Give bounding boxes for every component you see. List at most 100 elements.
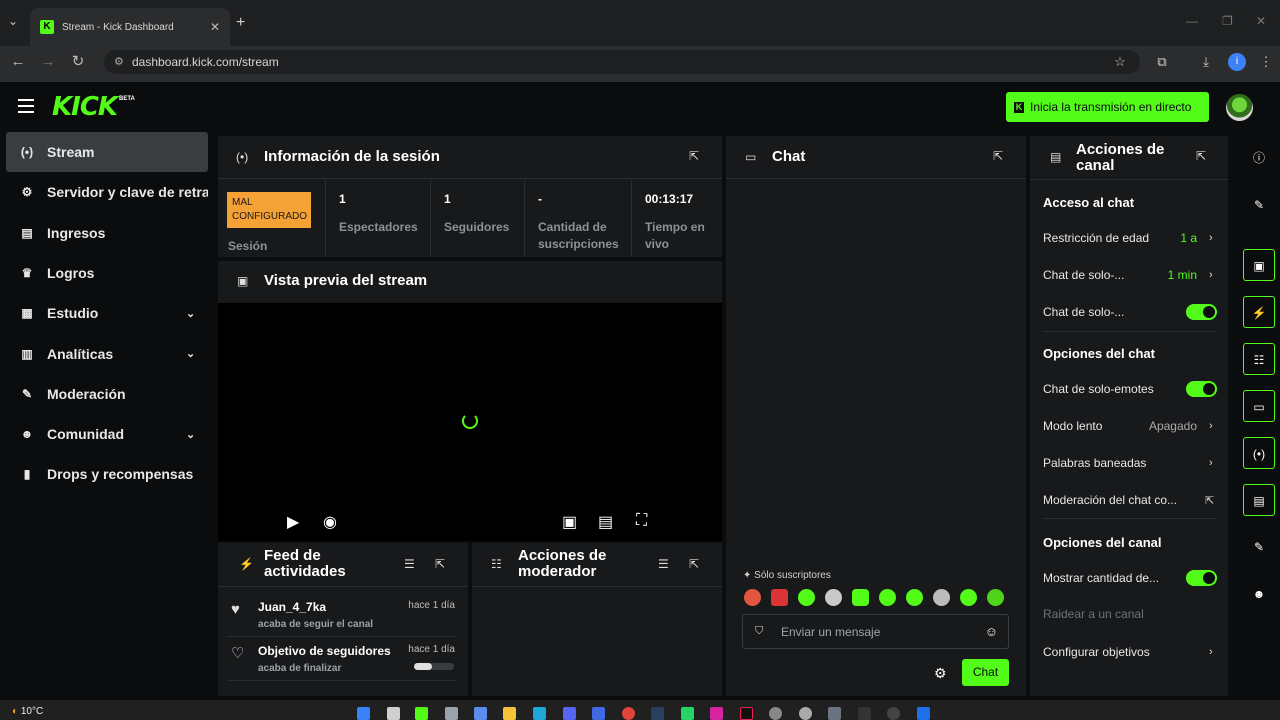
sidebar-item[interactable]: ✎ Moderación xyxy=(6,374,208,414)
new-tab-button[interactable]: + xyxy=(236,14,245,32)
sidebar-item[interactable]: ☻ Comunidad ⌄ xyxy=(6,414,208,454)
chat-moderation-row[interactable]: Moderación del chat co... ⇱ xyxy=(1043,490,1217,510)
popout-icon[interactable]: ⇱ xyxy=(689,149,699,163)
broadcast-toggle-icon[interactable]: (•) xyxy=(1243,437,1275,469)
sidebar-item[interactable]: ⚙ Servidor y clave de retransmisión xyxy=(6,172,208,212)
taskbar-app-icon[interactable] xyxy=(799,707,812,720)
sidebar-item[interactable]: (•) Stream xyxy=(6,132,208,172)
preview-toggle-icon[interactable]: ▣ xyxy=(1243,249,1275,281)
stream-preview-panel xyxy=(218,261,722,541)
taskbar-app-icon[interactable] xyxy=(563,707,576,720)
browser-tab[interactable]: K Stream - Kick Dashboard ✕ xyxy=(30,8,230,46)
bookmark-star-icon[interactable]: ☆ xyxy=(1110,52,1130,72)
chat-panel xyxy=(726,136,1026,696)
popout-icon[interactable]: ⇱ xyxy=(1196,149,1206,163)
site-info-icon[interactable]: ⚙ xyxy=(114,55,124,68)
popout-icon[interactable]: ⇱ xyxy=(435,557,445,571)
banned-words-row[interactable]: Palabras baneadas › xyxy=(1043,453,1217,473)
kick-logo[interactable]: KICK xyxy=(52,92,118,122)
chat-message-input[interactable]: ⛉ Enviar un mensaje ☺ xyxy=(742,614,1009,649)
extensions-icon[interactable]: ⧉ xyxy=(1152,52,1172,72)
bolt-toggle-icon[interactable]: ⚡ xyxy=(1243,296,1275,328)
reload-icon[interactable]: ↻ xyxy=(68,52,88,72)
popout-icon[interactable]: ⇱ xyxy=(993,149,1003,163)
start-icon[interactable] xyxy=(357,707,370,720)
mini-player-icon[interactable]: ▣ xyxy=(562,512,577,532)
hamburger-menu-icon[interactable] xyxy=(18,99,34,113)
url-field[interactable]: ⚙ dashboard.kick.com/stream xyxy=(104,50,1140,74)
list-toggle-icon[interactable]: ☷ xyxy=(1243,343,1275,375)
chat-settings-gear-icon[interactable]: ⚙ xyxy=(934,665,947,682)
sidebar-item[interactable]: ▤ Ingresos xyxy=(6,213,208,253)
window-close-icon[interactable]: ✕ xyxy=(1256,14,1266,28)
slow-mode-row[interactable]: Modo lento Apagado › xyxy=(1043,416,1217,436)
emote[interactable] xyxy=(987,589,1004,606)
taskbar-app-icon[interactable] xyxy=(710,707,723,720)
download-icon[interactable]: ⤓ xyxy=(1196,52,1216,72)
taskbar-app-icon[interactable] xyxy=(503,707,516,720)
emote[interactable] xyxy=(825,589,842,606)
emote[interactable] xyxy=(960,589,977,606)
taskbar-app-icon[interactable] xyxy=(828,707,841,720)
filter-icon[interactable]: ☰ xyxy=(658,557,669,571)
actions-toggle-icon[interactable]: ▤ xyxy=(1243,484,1275,516)
emotes-only-toggle[interactable] xyxy=(1186,381,1217,397)
sidebar-item[interactable]: ▦ Estudio ⌄ xyxy=(6,293,208,333)
volume-icon[interactable]: ◉ xyxy=(323,512,337,532)
divider xyxy=(472,586,722,587)
user-avatar[interactable] xyxy=(1226,94,1253,121)
taskbar-app-icon[interactable] xyxy=(769,707,782,720)
tab-close-icon[interactable]: ✕ xyxy=(210,20,220,34)
emote[interactable] xyxy=(798,589,815,606)
taskbar-app-icon[interactable] xyxy=(887,707,900,720)
age-restriction-row[interactable]: Restricción de edad 1 a › xyxy=(1043,228,1217,248)
minimize-icon[interactable]: — xyxy=(1186,14,1198,28)
taskbar-app-icon[interactable] xyxy=(592,707,605,720)
taskbar-app-icon[interactable] xyxy=(917,707,930,720)
sidebar-item[interactable]: ♛ Logros xyxy=(6,253,208,293)
chat-toggle-icon[interactable]: ▭ xyxy=(1243,390,1275,422)
subs-only-toggle[interactable] xyxy=(1186,304,1217,320)
taskbar-app-icon[interactable] xyxy=(858,707,871,720)
back-arrow-icon[interactable]: ← xyxy=(8,52,28,72)
emote[interactable] xyxy=(933,589,950,606)
taskbar-app-icon[interactable] xyxy=(387,707,400,720)
play-icon[interactable]: ▶ xyxy=(287,512,299,532)
emoji-icon[interactable]: ☺ xyxy=(985,624,998,639)
emote[interactable] xyxy=(906,589,923,606)
taskbar-app-icon[interactable] xyxy=(740,707,753,720)
followers-only-row[interactable]: Chat de solo-... 1 min › xyxy=(1043,265,1217,285)
taskbar-app-icon[interactable] xyxy=(651,707,664,720)
filter-icon[interactable]: ☰ xyxy=(404,557,415,571)
emote[interactable] xyxy=(879,589,896,606)
goals-row[interactable]: Configurar objetivos › xyxy=(1043,642,1217,662)
emote[interactable] xyxy=(852,589,869,606)
browser-menu-icon[interactable]: ⋮ xyxy=(1256,52,1276,72)
go-live-button[interactable]: K Inicia la transmisión en directo xyxy=(1006,92,1209,122)
info-icon[interactable]: ⓘ xyxy=(1243,142,1275,174)
profile-avatar[interactable]: i xyxy=(1228,53,1246,71)
emote[interactable] xyxy=(771,589,788,606)
taskbar-app-icon[interactable] xyxy=(622,707,635,720)
edit-pencil-icon[interactable]: ✎ xyxy=(1243,189,1275,221)
popout-icon[interactable]: ⇱ xyxy=(689,557,699,571)
sidebar-item[interactable]: ▥ Analíticas ⌄ xyxy=(6,334,208,374)
theater-mode-icon[interactable]: ▤ xyxy=(598,512,613,532)
maximize-icon[interactable]: ❐ xyxy=(1222,14,1233,28)
sidebar-item[interactable]: ▮ Drops y recompensas xyxy=(6,454,208,494)
raid-row[interactable]: Raidear a un canal xyxy=(1043,604,1217,624)
fullscreen-icon[interactable]: ⛶ xyxy=(636,512,647,530)
taskbar-app-icon[interactable] xyxy=(445,707,458,720)
tab-list-chevron-icon[interactable]: ⌄ xyxy=(8,14,18,28)
taskbar-app-icon[interactable] xyxy=(681,707,694,720)
show-count-toggle[interactable] xyxy=(1186,570,1217,586)
chat-send-button[interactable]: Chat xyxy=(962,659,1009,686)
community-icon[interactable]: ☻ xyxy=(1243,578,1275,610)
wrench-icon[interactable]: ✎ xyxy=(1243,531,1275,563)
forward-arrow-icon[interactable]: → xyxy=(38,52,58,72)
taskbar-app-icon[interactable] xyxy=(533,707,546,720)
weather-widget[interactable]: ◐ 10°C xyxy=(12,706,43,717)
emote[interactable] xyxy=(744,589,761,606)
taskbar-app-icon[interactable] xyxy=(415,707,428,720)
taskbar-app-icon[interactable] xyxy=(474,707,487,720)
